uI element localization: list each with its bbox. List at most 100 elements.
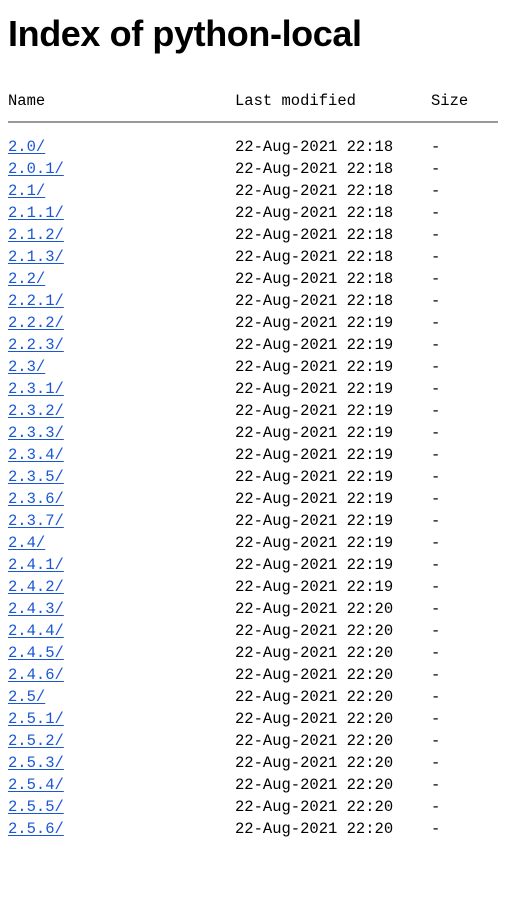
table-row: 2.5.6/22-Aug-2021 22:20 - (8, 818, 498, 840)
entry-date-cell: 22-Aug-2021 22:19 (235, 380, 394, 398)
table-row: 2.0.1/22-Aug-2021 22:18 - (8, 158, 498, 180)
table-row: 2.3.7/22-Aug-2021 22:19 - (8, 510, 498, 532)
directory-link[interactable]: 2.1.3/ (8, 248, 64, 266)
directory-link[interactable]: 2.1/ (8, 182, 45, 200)
directory-link[interactable]: 2.4.6/ (8, 666, 64, 684)
entry-name-cell: 2.3.5/ (8, 466, 235, 488)
entry-date-cell: 22-Aug-2021 22:19 (235, 534, 394, 552)
table-row: 2.4.3/22-Aug-2021 22:20 - (8, 598, 498, 620)
directory-link[interactable]: 2.3.3/ (8, 424, 64, 442)
directory-link[interactable]: 2.5/ (8, 688, 45, 706)
entry-size-cell: - (431, 336, 441, 354)
directory-index-page: Index of python-local Name Last modified S… (0, 0, 506, 840)
entry-name-cell: 2.3.1/ (8, 378, 235, 400)
directory-link[interactable]: 2.5.2/ (8, 732, 64, 750)
directory-link[interactable]: 2.3.7/ (8, 512, 64, 530)
directory-link[interactable]: 2.3/ (8, 358, 45, 376)
table-row: 2.1.3/22-Aug-2021 22:18 - (8, 246, 498, 268)
directory-link[interactable]: 2.2.3/ (8, 336, 64, 354)
directory-link[interactable]: 2.4.1/ (8, 556, 64, 574)
entry-size-cell: - (431, 380, 441, 398)
table-row: 2.3.2/22-Aug-2021 22:19 - (8, 400, 498, 422)
table-row: 2.3/22-Aug-2021 22:19 - (8, 356, 498, 378)
entry-name-cell: 2.5/ (8, 686, 235, 708)
directory-link[interactable]: 2.2/ (8, 270, 45, 288)
entry-date-cell: 22-Aug-2021 22:19 (235, 578, 394, 596)
directory-link[interactable]: 2.5.4/ (8, 776, 64, 794)
entry-name-cell: 2.3.3/ (8, 422, 235, 444)
entry-size-cell: - (431, 314, 441, 332)
table-row: 2.4.5/22-Aug-2021 22:20 - (8, 642, 498, 664)
entry-size-cell: - (431, 820, 441, 838)
entry-size-cell: - (431, 490, 441, 508)
directory-link[interactable]: 2.4.3/ (8, 600, 64, 618)
entry-date-cell: 22-Aug-2021 22:18 (235, 160, 394, 178)
entry-size-cell: - (431, 292, 441, 310)
table-row: 2.5.2/22-Aug-2021 22:20 - (8, 730, 498, 752)
entry-name-cell: 2.0/ (8, 136, 235, 158)
entry-name-cell: 2.2.3/ (8, 334, 235, 356)
entry-name-cell: 2.5.5/ (8, 796, 235, 818)
entry-name-cell: 2.2.2/ (8, 312, 235, 334)
entry-date-cell: 22-Aug-2021 22:20 (235, 732, 394, 750)
directory-link[interactable]: 2.3.1/ (8, 380, 64, 398)
directory-link[interactable]: 2.5.6/ (8, 820, 64, 838)
table-header-row: Name Last modified Size (8, 90, 498, 112)
entry-name-cell: 2.2.1/ (8, 290, 235, 312)
directory-link[interactable]: 2.2.2/ (8, 314, 64, 332)
directory-link[interactable]: 2.3.4/ (8, 446, 64, 464)
table-row: 2.5.5/22-Aug-2021 22:20 - (8, 796, 498, 818)
entry-name-cell: 2.3/ (8, 356, 235, 378)
directory-link[interactable]: 2.0/ (8, 138, 45, 156)
table-row: 2.5/22-Aug-2021 22:20 - (8, 686, 498, 708)
entry-size-cell: - (431, 402, 441, 420)
directory-link[interactable]: 2.0.1/ (8, 160, 64, 178)
entry-size-cell: - (431, 270, 441, 288)
entry-size-cell: - (431, 534, 441, 552)
directory-link[interactable]: 2.2.1/ (8, 292, 64, 310)
directory-link[interactable]: 2.5.5/ (8, 798, 64, 816)
column-header-last-modified[interactable]: Last modified (235, 90, 431, 112)
table-row: 2.3.4/22-Aug-2021 22:19 - (8, 444, 498, 466)
entry-name-cell: 2.5.1/ (8, 708, 235, 730)
entry-name-cell: 2.5.6/ (8, 818, 235, 840)
column-header-size[interactable]: Size (431, 90, 468, 112)
entry-size-cell: - (431, 688, 441, 706)
entry-size-cell: - (431, 710, 441, 728)
directory-link[interactable]: 2.3.2/ (8, 402, 64, 420)
entry-size-cell: - (431, 622, 441, 640)
directory-link[interactable]: 2.3.6/ (8, 490, 64, 508)
entry-size-cell: - (431, 666, 441, 684)
table-row: 2.4.1/22-Aug-2021 22:19 - (8, 554, 498, 576)
directory-link[interactable]: 2.1.2/ (8, 226, 64, 244)
entry-date-cell: 22-Aug-2021 22:20 (235, 622, 394, 640)
directory-link[interactable]: 2.4/ (8, 534, 45, 552)
directory-link[interactable]: 2.4.4/ (8, 622, 64, 640)
entry-size-cell: - (431, 600, 441, 618)
entry-name-cell: 2.4.2/ (8, 576, 235, 598)
entry-date-cell: 22-Aug-2021 22:19 (235, 314, 394, 332)
entry-name-cell: 2.3.4/ (8, 444, 235, 466)
table-row: 2.3.6/22-Aug-2021 22:19 - (8, 488, 498, 510)
table-row: 2.4.2/22-Aug-2021 22:19 - (8, 576, 498, 598)
table-row: 2.2.1/22-Aug-2021 22:18 - (8, 290, 498, 312)
entry-name-cell: 2.3.2/ (8, 400, 235, 422)
table-row: 2.1/22-Aug-2021 22:18 - (8, 180, 498, 202)
entry-date-cell: 22-Aug-2021 22:20 (235, 600, 394, 618)
directory-link[interactable]: 2.4.2/ (8, 578, 64, 596)
directory-link[interactable]: 2.5.1/ (8, 710, 64, 728)
directory-link[interactable]: 2.3.5/ (8, 468, 64, 486)
directory-link[interactable]: 2.1.1/ (8, 204, 64, 222)
column-header-name[interactable]: Name (8, 90, 235, 112)
entry-date-cell: 22-Aug-2021 22:20 (235, 710, 394, 728)
entry-name-cell: 2.1.1/ (8, 202, 235, 224)
entry-date-cell: 22-Aug-2021 22:19 (235, 358, 394, 376)
entry-name-cell: 2.3.6/ (8, 488, 235, 510)
directory-link[interactable]: 2.5.3/ (8, 754, 64, 772)
entry-name-cell: 2.5.2/ (8, 730, 235, 752)
entry-date-cell: 22-Aug-2021 22:19 (235, 490, 394, 508)
directory-link[interactable]: 2.4.5/ (8, 644, 64, 662)
entry-name-cell: 2.5.3/ (8, 752, 235, 774)
entry-date-cell: 22-Aug-2021 22:20 (235, 820, 394, 838)
entry-date-cell: 22-Aug-2021 22:20 (235, 798, 394, 816)
